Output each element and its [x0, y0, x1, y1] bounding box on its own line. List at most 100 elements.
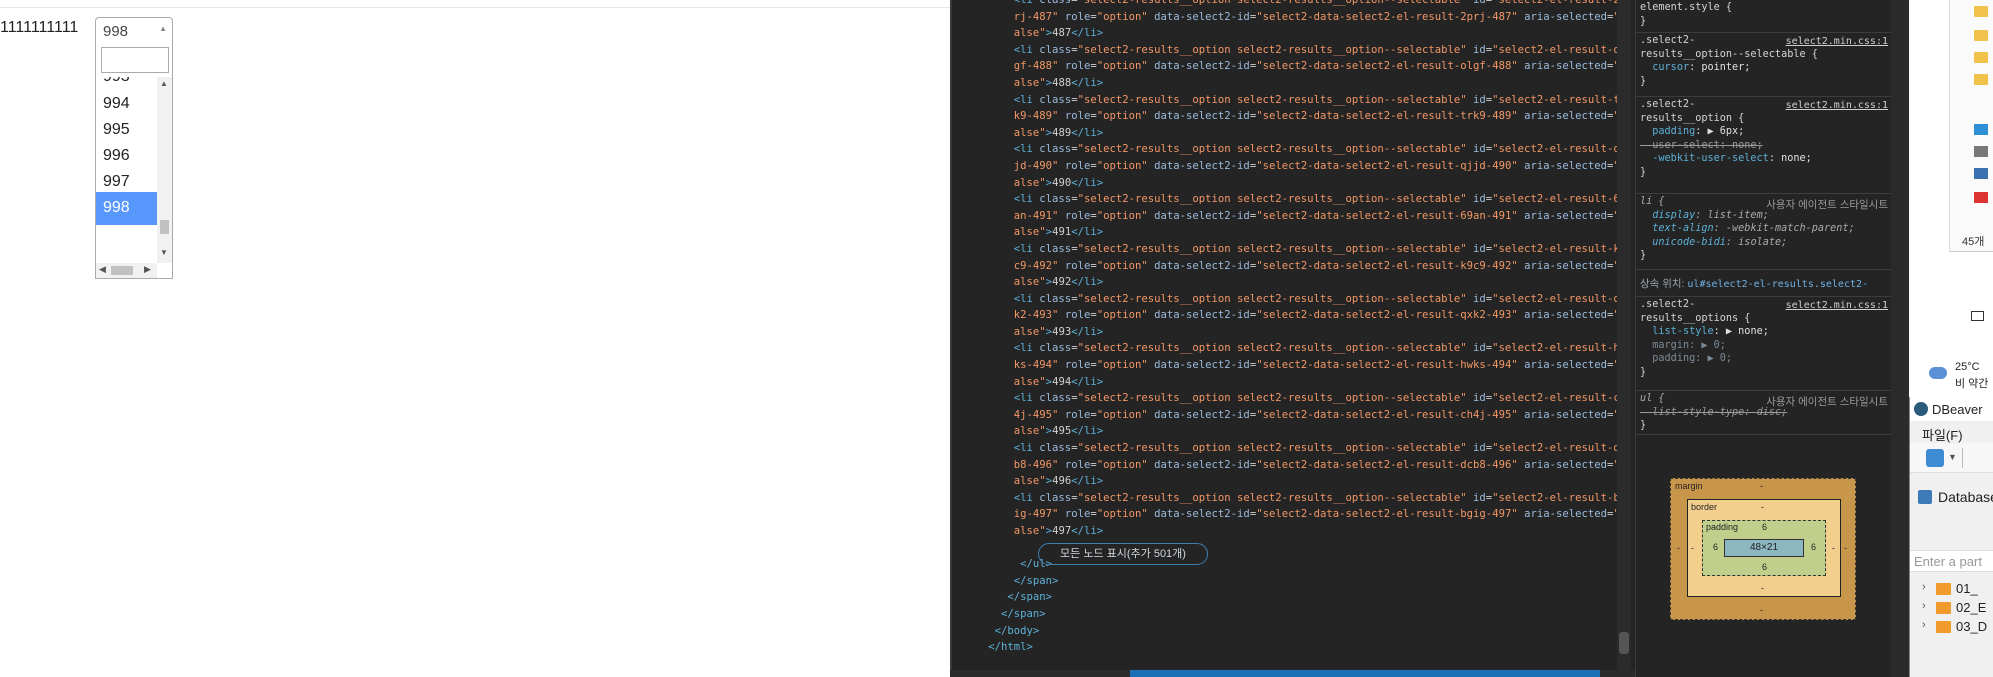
dom-line[interactable]: rj-487" role="option" data-select2-id="s…: [950, 9, 1626, 26]
scroll-thumb[interactable]: [1619, 632, 1629, 654]
dom-line[interactable]: alse">493</li>: [950, 324, 1620, 341]
dom-line[interactable]: alse">487</li>: [950, 25, 1620, 42]
horizontal-scrollbar[interactable]: ◀ ▶: [96, 263, 157, 278]
margin-left-value: -: [1677, 543, 1680, 553]
menu-file[interactable]: 파일(F): [1922, 425, 1963, 444]
dom-line[interactable]: jd-490" role="option" data-select2-id="s…: [950, 158, 1626, 175]
stylesheet-link[interactable]: select2.min.css:1: [1786, 300, 1888, 311]
css-declaration-inactive[interactable]: margin: ▶ 0;: [1640, 340, 1888, 354]
chevron-right-icon[interactable]: ›: [1922, 581, 1926, 593]
css-declaration[interactable]: -webkit-user-select: none;: [1640, 153, 1888, 167]
dom-line[interactable]: alse">494</li>: [950, 374, 1620, 391]
dom-line[interactable]: alse">488</li>: [950, 75, 1620, 92]
dom-line[interactable]: 4j-495" role="option" data-select2-id="s…: [950, 407, 1626, 424]
network-icon[interactable]: [1974, 168, 1988, 179]
database-navigator-tab[interactable]: Database: [1914, 487, 1993, 509]
dom-line[interactable]: <li class="select2-results__option selec…: [950, 191, 1626, 208]
dom-line[interactable]: c9-492" role="option" data-select2-id="s…: [950, 258, 1626, 275]
css-declaration[interactable]: list-style: ▶ none;: [1640, 326, 1888, 340]
css-rule-options[interactable]: select2.min.css:1 .select2- results__opt…: [1636, 296, 1891, 391]
monitor-icon[interactable]: [1971, 311, 1984, 321]
dom-line[interactable]: alse">492</li>: [950, 274, 1620, 291]
dom-line[interactable]: <li class="select2-results__option selec…: [950, 440, 1626, 457]
new-connection-icon[interactable]: [1926, 449, 1944, 467]
dom-line[interactable]: k2-493" role="option" data-select2-id="s…: [950, 307, 1626, 324]
dbeaver-logo-icon: [1914, 402, 1928, 416]
dom-line[interactable]: ks-494" role="option" data-select2-id="s…: [950, 357, 1626, 374]
dom-closing-tag[interactable]: </body>: [950, 623, 1620, 640]
dom-line[interactable]: <li class="select2-results__option selec…: [950, 141, 1626, 158]
dbeaver-titlebar[interactable]: DBeaver: [1910, 397, 1993, 421]
dom-closing-tag[interactable]: </span>: [950, 573, 1620, 590]
dom-line[interactable]: <li class="select2-results__option selec…: [950, 390, 1626, 407]
chevron-right-icon[interactable]: ›: [1922, 619, 1926, 631]
this-pc-icon[interactable]: [1974, 124, 1988, 135]
ua-rule-ul[interactable]: 사용자 에이전트 스타일시트 ul { list-style-type: dis…: [1636, 391, 1891, 435]
dom-line[interactable]: <li class="select2-results__option selec…: [950, 241, 1626, 258]
dom-line[interactable]: alse">495</li>: [950, 423, 1620, 440]
folder-icon[interactable]: [1974, 6, 1988, 17]
result-option-selected[interactable]: 998: [96, 192, 157, 225]
select2-selection[interactable]: 998 ▲: [95, 17, 173, 44]
dom-line[interactable]: alse">497</li>: [950, 523, 1620, 540]
dom-closing-tag[interactable]: </span>: [950, 589, 1620, 606]
dom-line[interactable]: an-491" role="option" data-select2-id="s…: [950, 208, 1626, 225]
dom-line[interactable]: gf-488" role="option" data-select2-id="s…: [950, 58, 1626, 75]
scroll-down-icon[interactable]: ▼: [160, 248, 168, 257]
folder-icon[interactable]: [1974, 30, 1988, 41]
dom-line[interactable]: <li class="select2-results__option selec…: [950, 490, 1626, 507]
styles-scrollbar[interactable]: [1891, 0, 1909, 677]
horizontal-scroll-thumb[interactable]: [1130, 670, 1600, 677]
chevron-right-icon[interactable]: ›: [1922, 600, 1926, 612]
ua-rule-li[interactable]: 사용자 에이전트 스타일시트 li { display: list-item; …: [1636, 194, 1891, 270]
results-list[interactable]: 993 994 995 996 997 998: [96, 77, 157, 263]
elements-scrollbar[interactable]: [1617, 0, 1631, 677]
folder-icon[interactable]: [1974, 74, 1988, 85]
stylesheet-link[interactable]: select2.min.css:1: [1786, 36, 1888, 47]
selected-value: 998: [103, 23, 129, 40]
dom-line[interactable]: <li class="select2-results__option selec…: [950, 92, 1626, 109]
menu-bar: 파일(F): [1910, 421, 1993, 443]
stylesheet-link[interactable]: select2.min.css:1: [1786, 100, 1888, 111]
css-rule-option[interactable]: select2.min.css:1 .select2- results__opt…: [1636, 97, 1891, 194]
css-declaration[interactable]: cursor: pointer;: [1640, 62, 1888, 76]
scroll-up-icon[interactable]: ▲: [160, 79, 168, 88]
chevron-down-icon[interactable]: ▼: [1948, 452, 1957, 462]
element-style-rule[interactable]: element.style { }: [1636, 0, 1891, 33]
dom-line[interactable]: <li class="select2-results__option selec…: [950, 0, 1626, 9]
dom-line[interactable]: alse">490</li>: [950, 175, 1620, 192]
show-all-nodes-button[interactable]: 모든 노드 표시(추가 501개): [1038, 543, 1208, 565]
inherited-element-link[interactable]: ul#select2-el-results.select2-: [1687, 279, 1868, 290]
vertical-scrollbar[interactable]: ▲ ▼: [157, 77, 172, 263]
css-rule-selectable[interactable]: select2.min.css:1 .select2- results__opt…: [1636, 33, 1891, 97]
navigator-filter[interactable]: Enter a part: [1910, 550, 1993, 572]
dom-line[interactable]: <li class="select2-results__option selec…: [950, 42, 1626, 59]
box-model-content: 48×21: [1724, 539, 1804, 557]
scroll-right-icon[interactable]: ▶: [144, 264, 151, 275]
dbeaver-window: DBeaver 파일(F) ▼ Database Enter a part › …: [1909, 397, 1993, 677]
css-declaration[interactable]: padding: ▶ 6px;: [1640, 126, 1888, 140]
drive-icon[interactable]: [1974, 192, 1988, 203]
css-declaration-overridden[interactable]: user-select: none;: [1640, 140, 1888, 154]
weather-widget[interactable]: 25°C 비 약간: [1909, 353, 1993, 397]
search-input[interactable]: [101, 47, 169, 73]
drive-icon[interactable]: [1974, 146, 1988, 157]
dom-line[interactable]: <li class="select2-results__option selec…: [950, 340, 1626, 357]
dom-line[interactable]: alse">489</li>: [950, 125, 1620, 142]
dom-line[interactable]: alse">491</li>: [950, 224, 1620, 241]
folder-icon[interactable]: [1974, 52, 1988, 63]
dom-line[interactable]: ig-497" role="option" data-select2-id="s…: [950, 506, 1626, 523]
dom-closing-tag[interactable]: </span>: [950, 606, 1620, 623]
dom-line[interactable]: k9-489" role="option" data-select2-id="s…: [950, 108, 1626, 125]
dom-closing-tag[interactable]: </html>: [950, 639, 1620, 656]
scroll-thumb[interactable]: [160, 220, 169, 234]
dom-line[interactable]: <li class="select2-results__option selec…: [950, 291, 1626, 308]
border-label: border: [1691, 502, 1718, 512]
css-declaration-inactive[interactable]: padding: ▶ 0;: [1640, 353, 1888, 367]
scroll-left-icon[interactable]: ◀: [99, 264, 106, 275]
box-model-diagram[interactable]: margin - - - - border - - - - padding 6 …: [1670, 478, 1856, 620]
tree-item[interactable]: › 03_D: [1910, 616, 1993, 638]
scroll-thumb[interactable]: [111, 266, 133, 275]
dom-line[interactable]: b8-496" role="option" data-select2-id="s…: [950, 457, 1626, 474]
dom-line[interactable]: alse">496</li>: [950, 473, 1620, 490]
